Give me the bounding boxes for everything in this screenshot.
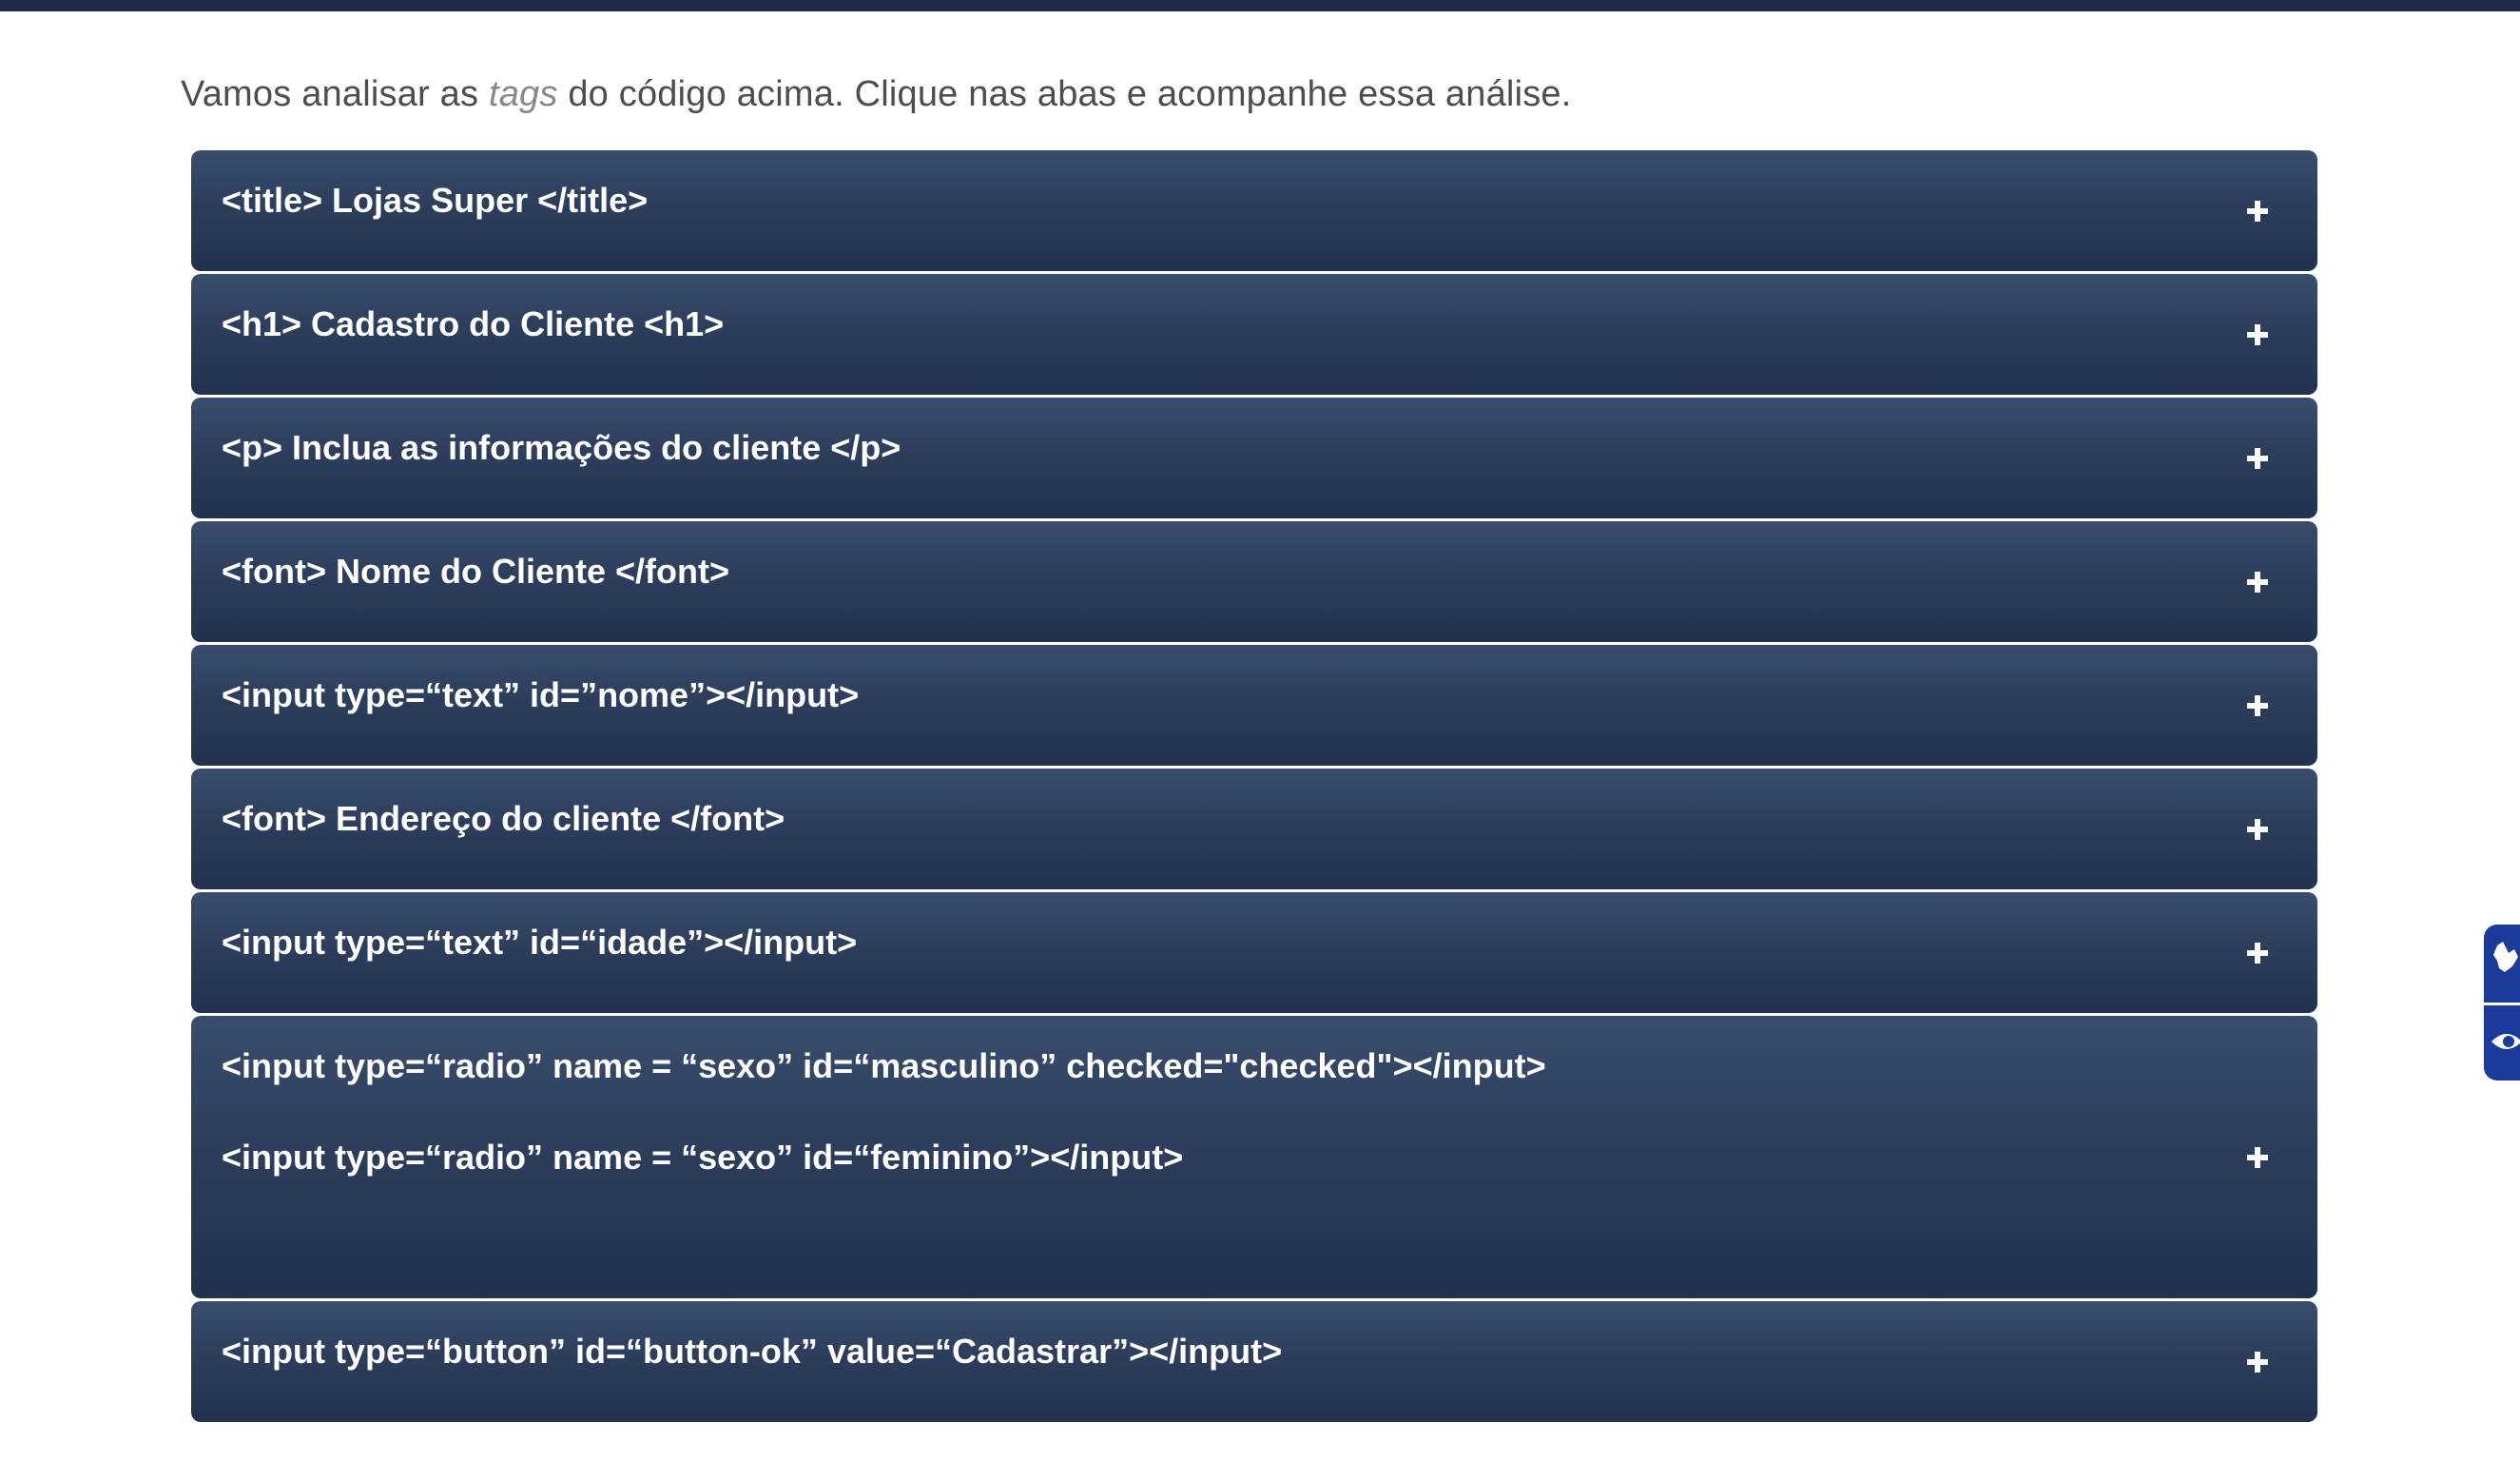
accessibility-widget xyxy=(2484,925,2520,1081)
top-header-bar xyxy=(0,0,2520,11)
plus-icon[interactable] xyxy=(2247,1146,2268,1168)
sign-language-button[interactable] xyxy=(2484,925,2520,1001)
visual-accessibility-button[interactable] xyxy=(2484,1005,2520,1081)
accordion-item-input-nome[interactable]: <input type=“text” id=”nome”></input> xyxy=(191,645,2317,766)
accordion-item-label: <h1> Cadastro do Cliente <h1> xyxy=(222,304,725,343)
intro-paragraph: Vamos analisar as tags do código acima. … xyxy=(181,74,1572,115)
plus-icon[interactable] xyxy=(2247,818,2268,840)
accordion-item-h1-tag[interactable]: <h1> Cadastro do Cliente <h1> xyxy=(191,274,2317,395)
intro-text-after: do código acima. Clique nas abas e acomp… xyxy=(568,74,1572,114)
accordion: <title> Lojas Super </title> <h1> Cadast… xyxy=(191,150,2317,1425)
plus-icon[interactable] xyxy=(2247,694,2268,716)
plus-icon[interactable] xyxy=(2247,200,2268,222)
plus-icon[interactable] xyxy=(2247,942,2268,964)
sign-language-hand-icon xyxy=(2493,942,2518,972)
accordion-item-label: <input type=“text” id=“idade”></input> xyxy=(222,923,858,962)
plus-icon[interactable] xyxy=(2247,447,2268,469)
accordion-item-label: <input type=“text” id=”nome”></input> xyxy=(222,675,860,714)
plus-icon[interactable] xyxy=(2247,323,2268,345)
eye-icon xyxy=(2491,1034,2520,1049)
accordion-item-label: <font> Endereço do cliente </font> xyxy=(222,799,785,838)
accordion-item-label: <p> Inclua as informações do cliente </p… xyxy=(222,428,901,467)
intro-text-before: Vamos analisar as xyxy=(181,74,479,114)
accordion-item-title-tag[interactable]: <title> Lojas Super </title> xyxy=(191,150,2317,271)
accordion-item-font-nome[interactable]: <font> Nome do Cliente </font> xyxy=(191,521,2317,642)
accordion-item-label: <input type=“button” id=“button-ok” valu… xyxy=(222,1332,1283,1371)
accordion-item-label: <input type=“radio” name = “sexo” id=“ma… xyxy=(222,1046,1546,1085)
accordion-item-input-radio[interactable]: <input type=“radio” name = “sexo” id=“ma… xyxy=(191,1016,2317,1298)
accordion-item-input-button[interactable]: <input type=“button” id=“button-ok” valu… xyxy=(191,1301,2317,1422)
accordion-item-label: <title> Lojas Super </title> xyxy=(222,181,649,220)
accordion-item-label: <font> Nome do Cliente </font> xyxy=(222,552,730,591)
plus-icon[interactable] xyxy=(2247,1351,2268,1373)
intro-text-emphasis: tags xyxy=(488,74,558,114)
accordion-item-input-idade[interactable]: <input type=“text” id=“idade”></input> xyxy=(191,892,2317,1013)
accordion-item-label-line2: <input type=“radio” name = “sexo” id=“fe… xyxy=(222,1138,1184,1177)
plus-icon[interactable] xyxy=(2247,571,2268,593)
accordion-item-font-endereco[interactable]: <font> Endereço do cliente </font> xyxy=(191,769,2317,889)
accordion-item-p-tag[interactable]: <p> Inclua as informações do cliente </p… xyxy=(191,398,2317,518)
